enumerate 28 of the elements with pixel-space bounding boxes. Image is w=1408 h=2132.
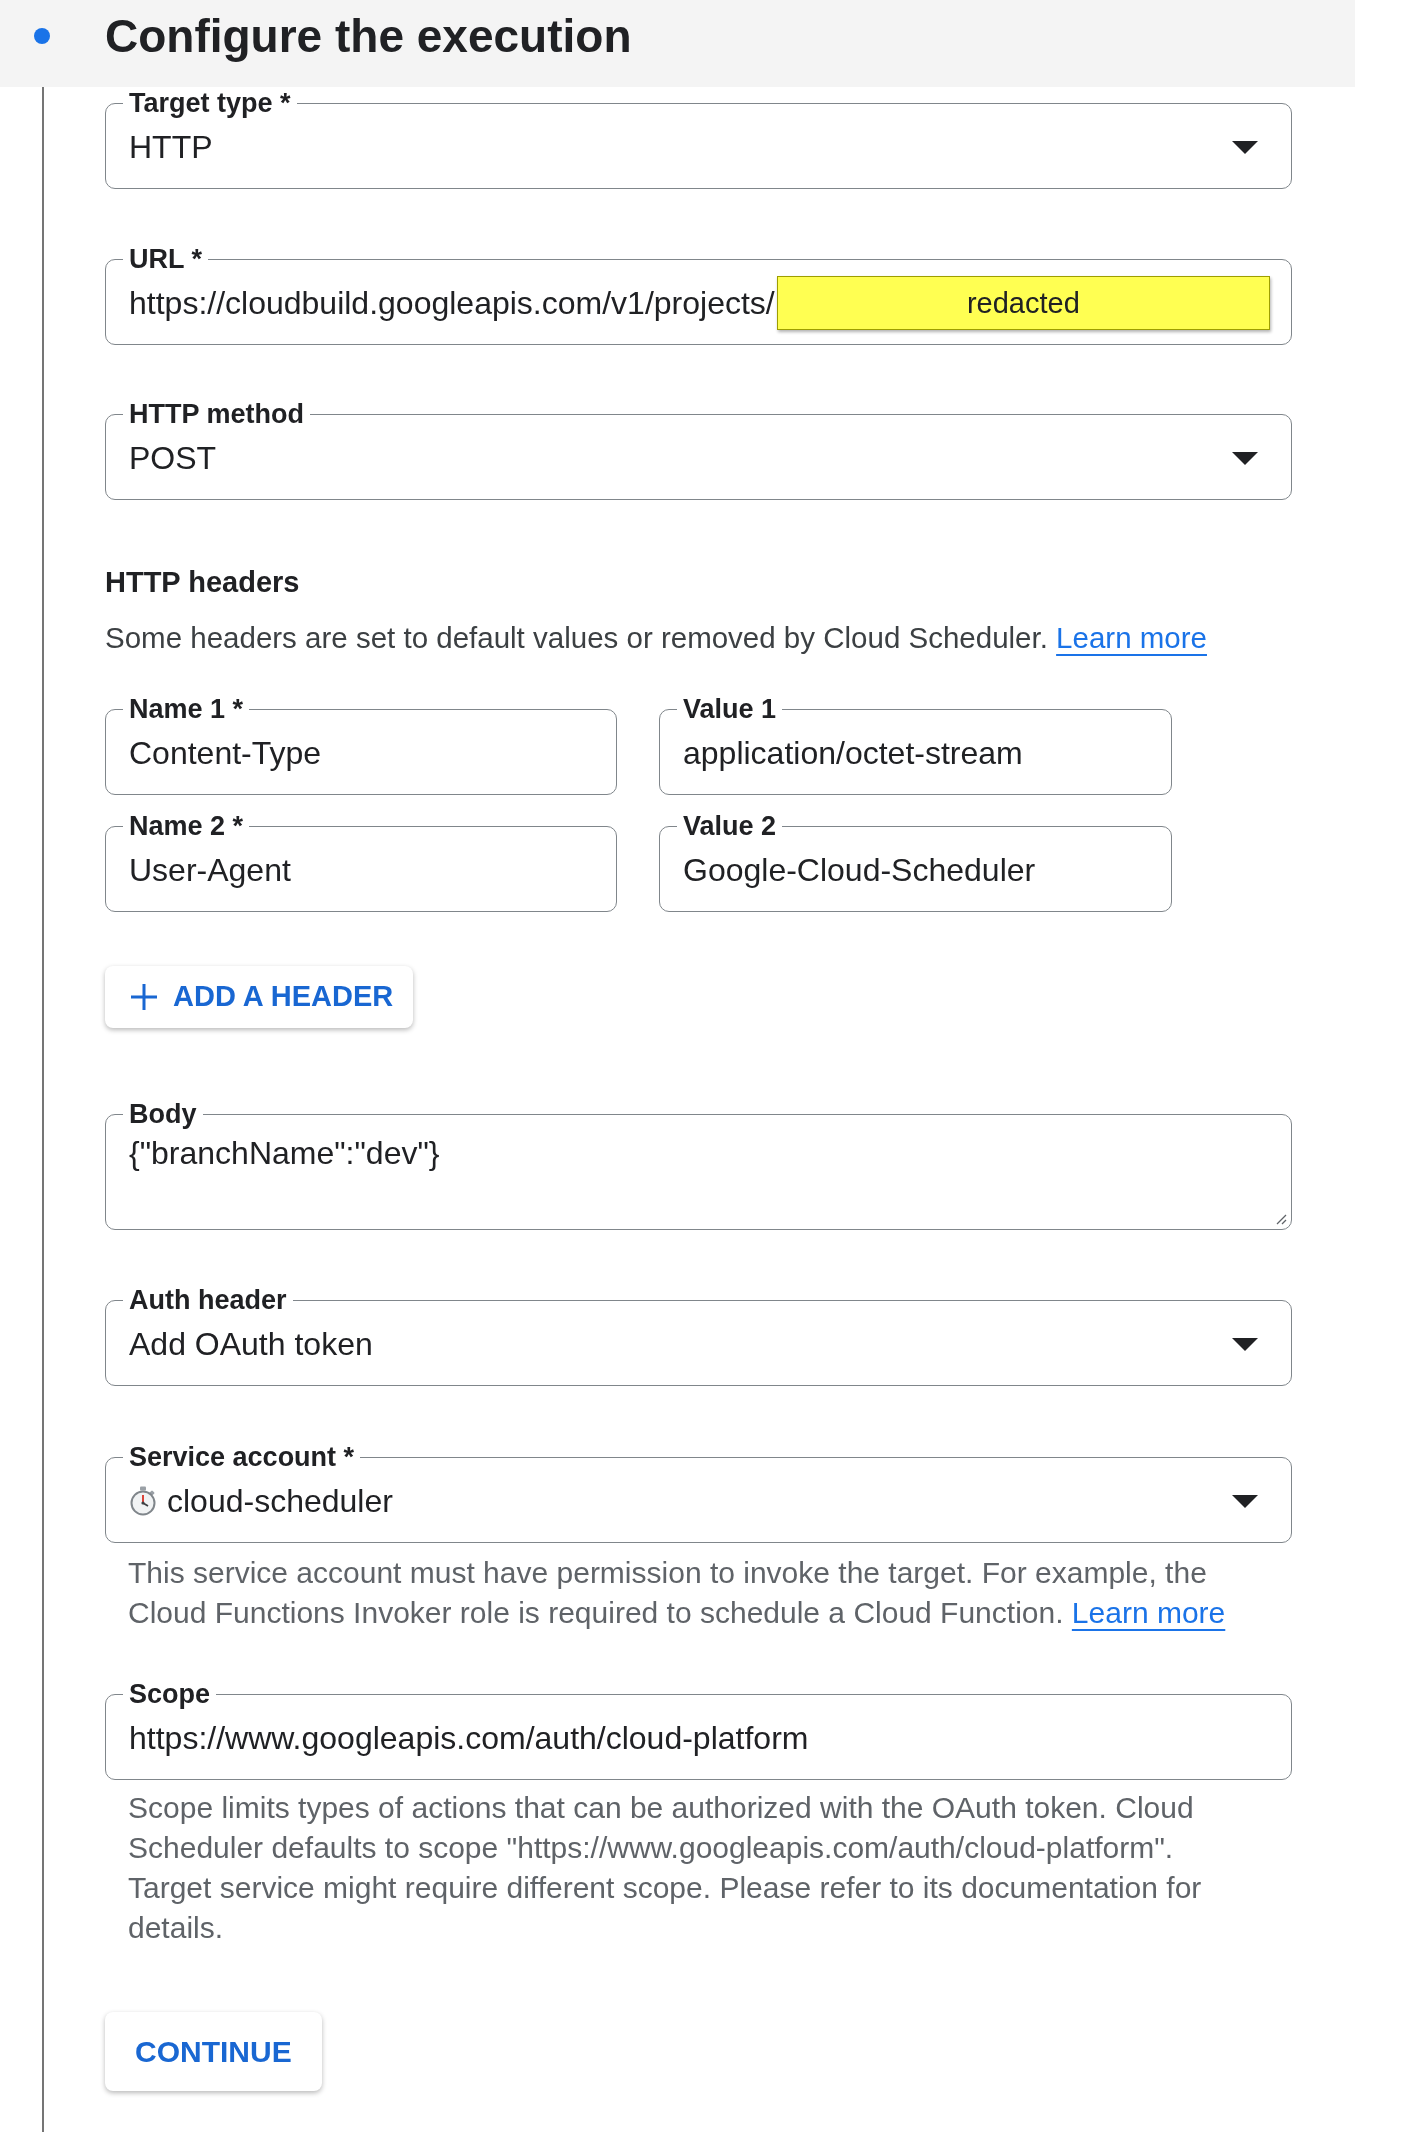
field-label: Target type *: [128, 88, 292, 118]
plus-icon: [131, 984, 157, 1010]
field-label: Name 1 *: [128, 694, 245, 724]
field-label: Name 2 *: [128, 811, 245, 841]
dropdown-caret-icon: [1232, 140, 1258, 154]
helper-text: Scope limits types of actions that can be authorized with the OAuth token. Cloud Scheduler defaults to scope "https://www.googleapis.com/auth/cloud-platform". Target service might require different scope. Please refer to its documentation for details.: [128, 1790, 1203, 1946]
resize-handle-icon[interactable]: [1275, 1213, 1287, 1225]
field-label: URL *: [128, 244, 203, 274]
dropdown-caret-icon: [1232, 1494, 1258, 1508]
learn-more-link[interactable]: Learn more: [1071, 1596, 1226, 1629]
continue-button[interactable]: CONTINUE: [105, 2012, 322, 2091]
redaction-box: redacted: [776, 276, 1270, 330]
section-description: Some headers are set to default values or removed by Cloud Scheduler. Learn more: [105, 620, 1208, 656]
add-header-button[interactable]: ADD A HEADER: [105, 966, 414, 1028]
section-heading: HTTP headers: [105, 565, 301, 600]
field-label: Value 1: [682, 694, 778, 724]
stopwatch-icon: [129, 1486, 157, 1516]
field-label: HTTP method: [128, 399, 305, 429]
dropdown-caret-icon: [1232, 1337, 1258, 1351]
learn-more-link[interactable]: Learn more: [1056, 621, 1207, 654]
helper-text: This service account must have permission to invoke the target. For example, the Cloud Functions Invoker role is required to schedule a Cloud Function. Learn more: [128, 1555, 1227, 1631]
field-label: Body: [128, 1099, 198, 1129]
field-label: Value 2: [682, 811, 778, 841]
dropdown-caret-icon: [1232, 451, 1258, 465]
field-label: Service account *: [128, 1442, 356, 1472]
field-label: Scope: [128, 1679, 212, 1709]
field-label: Auth header: [128, 1285, 288, 1315]
step-title: Configure the execution: [105, 9, 632, 62]
